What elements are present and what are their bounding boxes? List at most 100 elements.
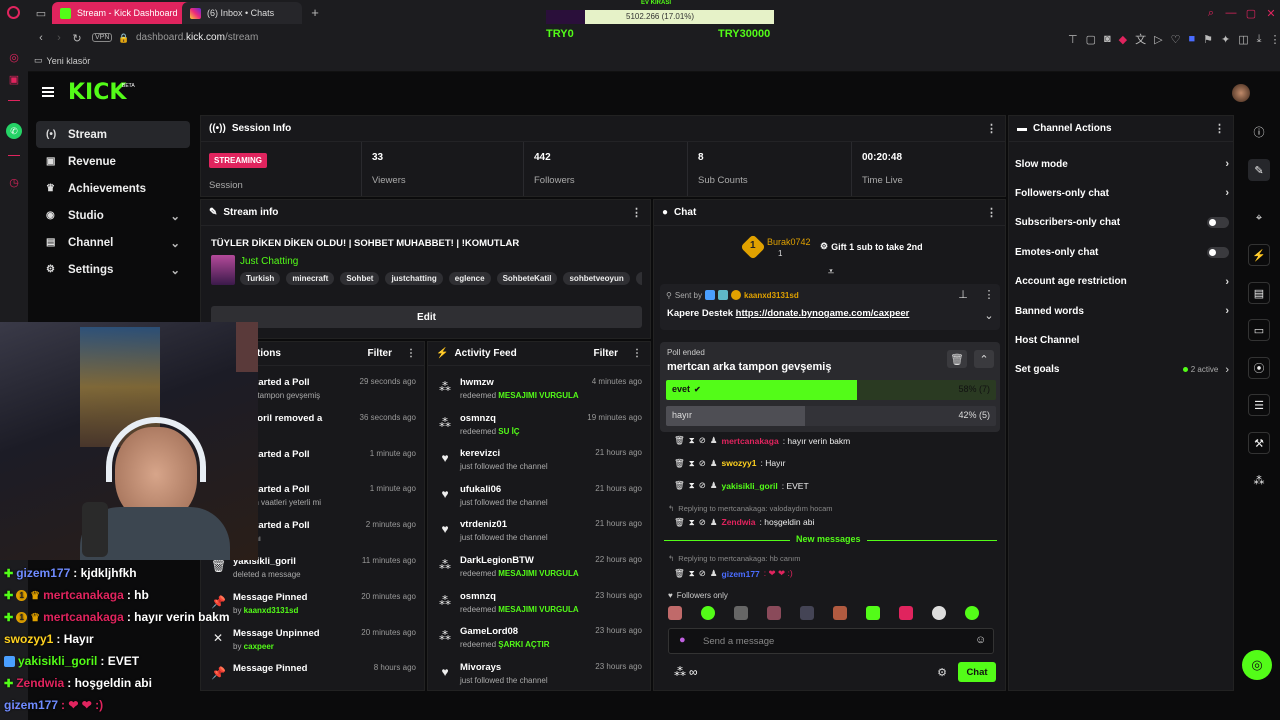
minimize-icon[interactable]: — bbox=[1224, 6, 1238, 20]
forward-icon[interactable]: › bbox=[52, 31, 66, 45]
channel-action-host-channel[interactable]: Host Channel bbox=[1015, 332, 1229, 348]
wrench-icon[interactable]: ⚒ bbox=[1248, 432, 1270, 454]
new-tab-icon[interactable]: + bbox=[308, 5, 322, 19]
filter-button[interactable]: Filter bbox=[368, 348, 392, 359]
emote-5-icon[interactable] bbox=[800, 606, 814, 620]
chat-username[interactable]: Zendwia bbox=[722, 517, 756, 527]
emote-10-icon[interactable] bbox=[965, 606, 979, 620]
top-gifter-name[interactable]: Burak0742 bbox=[767, 237, 811, 247]
kick-points-icon[interactable]: ⁂ bbox=[674, 665, 686, 679]
menu-dots-icon[interactable]: ⋮ bbox=[1270, 33, 1280, 46]
ban-icon[interactable]: ⊘ bbox=[699, 568, 706, 579]
notes-icon[interactable]: ▤ bbox=[1248, 282, 1270, 304]
activity-user[interactable]: osmnzq bbox=[460, 591, 496, 602]
screenshot-icon[interactable]: ▢ bbox=[1086, 33, 1096, 46]
chat-tool-icon[interactable]: ▭ bbox=[1248, 319, 1270, 341]
timeout-icon[interactable]: ⧗ bbox=[689, 480, 695, 491]
channel-action-subscribers-only-chat[interactable]: Subscribers-only chat bbox=[1015, 215, 1229, 231]
easy-setup-icon[interactable]: ⚑ bbox=[1203, 33, 1213, 46]
nav-item-channel[interactable]: ▤Channel⌄ bbox=[36, 229, 190, 256]
more-options-icon[interactable]: ⋮ bbox=[632, 348, 642, 359]
nav-item-revenue[interactable]: ▣Revenue bbox=[36, 148, 190, 175]
chevron-down-icon[interactable]: ⌄ bbox=[170, 263, 180, 277]
tab-instagram-inbox[interactable]: (6) Inbox • Chats bbox=[182, 2, 302, 24]
ban-icon[interactable]: ⊘ bbox=[699, 480, 706, 491]
stream-tag[interactable]: SohbeteKatil bbox=[497, 272, 558, 285]
collapse-leaderboard-icon[interactable]: ⩡ bbox=[824, 266, 838, 278]
filter-button[interactable]: Filter bbox=[594, 348, 618, 359]
vpn-badge[interactable]: VPN bbox=[92, 33, 112, 42]
tab-menu-icon[interactable]: ▭ bbox=[34, 6, 48, 20]
activity-user[interactable]: ufukali06 bbox=[460, 484, 501, 495]
more-options-icon[interactable]: ⋮ bbox=[631, 206, 642, 219]
heart-icon[interactable]: ♡ bbox=[1171, 33, 1181, 46]
download-icon[interactable]: ⤓ bbox=[1257, 33, 1262, 46]
emoji-picker-icon[interactable]: ☺ bbox=[975, 634, 986, 646]
puzzle-icon[interactable]: ✦ bbox=[1221, 33, 1230, 46]
expand-pinned-icon[interactable]: ⌄ bbox=[984, 310, 994, 320]
emote-9-icon[interactable] bbox=[932, 606, 946, 620]
chat-username[interactable]: yakisikli_goril bbox=[722, 481, 778, 491]
emote-8-icon[interactable] bbox=[899, 606, 913, 620]
stream-tag[interactable]: eglence bbox=[449, 272, 491, 285]
layout-icon[interactable]: ☰ bbox=[1248, 394, 1270, 416]
ban-icon[interactable]: ⊘ bbox=[699, 458, 706, 469]
history-icon[interactable]: ◷ bbox=[6, 175, 22, 189]
ban-icon[interactable]: ⊘ bbox=[699, 517, 706, 528]
more-options-icon[interactable]: ⋮ bbox=[986, 122, 997, 135]
play-icon[interactable]: ▷ bbox=[1154, 33, 1162, 46]
activity-user[interactable]: DarkLegionBTW bbox=[460, 555, 534, 566]
search-tabs-icon[interactable]: ⌕ bbox=[1204, 6, 1218, 20]
stream-tag[interactable]: sohbetveoyun bbox=[563, 272, 629, 285]
chat-username[interactable]: swozyy1 bbox=[722, 458, 757, 468]
more-options-icon[interactable]: ⋮ bbox=[1214, 122, 1225, 135]
delete-message-icon[interactable]: 🗑 bbox=[674, 568, 685, 579]
unpin-icon[interactable]: ⊥ bbox=[958, 289, 968, 299]
tab-kick-dashboard[interactable]: Stream - Kick Dashboard bbox=[52, 2, 202, 24]
chevron-down-icon[interactable]: ⌄ bbox=[170, 209, 180, 223]
avatar[interactable] bbox=[1232, 84, 1250, 102]
channel-action-slow-mode[interactable]: Slow mode› bbox=[1015, 156, 1229, 172]
activity-user[interactable]: hwmzw bbox=[460, 377, 494, 388]
flash-icon[interactable]: ⚡ bbox=[1248, 244, 1270, 266]
translate-icon[interactable]: 文 bbox=[1135, 31, 1146, 47]
channel-action-emotes-only-chat[interactable]: Emotes-only chat bbox=[1015, 244, 1229, 260]
timeout-icon[interactable]: ⧗ bbox=[689, 458, 695, 469]
delete-message-icon[interactable]: 🗑 bbox=[674, 435, 685, 446]
channel-action-set-goals[interactable]: Set goals2 active› bbox=[1015, 362, 1229, 378]
stream-tag[interactable]: caxp bbox=[636, 272, 642, 285]
url-field[interactable]: dashboard.kick.com/stream bbox=[136, 32, 258, 43]
mic-icon[interactable]: ● bbox=[679, 634, 686, 646]
delete-poll-icon[interactable]: 🗑 bbox=[947, 350, 967, 368]
activity-user[interactable]: kerevizci bbox=[460, 448, 500, 459]
emote-3-icon[interactable] bbox=[734, 606, 748, 620]
channel-action-followers-only-chat[interactable]: Followers-only chat› bbox=[1015, 185, 1229, 201]
category-name[interactable]: Just Chatting bbox=[240, 256, 298, 267]
more-options-icon[interactable]: ⋮ bbox=[986, 206, 997, 219]
emote-7-icon[interactable] bbox=[866, 606, 880, 620]
timeout-icon[interactable]: ⧗ bbox=[689, 568, 695, 579]
hamburger-icon[interactable] bbox=[42, 87, 54, 97]
pinned-link[interactable]: https://donate.bynogame.com/caxpeer bbox=[736, 308, 910, 319]
toggle-switch[interactable] bbox=[1207, 247, 1229, 258]
stream-tag[interactable]: justchatting bbox=[385, 272, 442, 285]
snapshot-icon[interactable]: ◫ bbox=[1238, 33, 1248, 46]
camera-icon[interactable]: ◙ bbox=[1104, 33, 1111, 45]
activity-user[interactable]: Mivorays bbox=[460, 662, 501, 673]
delete-message-icon[interactable]: 🗑 bbox=[674, 480, 685, 491]
stream-tag[interactable]: Turkish bbox=[240, 272, 280, 285]
back-icon[interactable]: ‹ bbox=[34, 31, 48, 45]
pin-icon[interactable]: ⊤ bbox=[1068, 33, 1078, 46]
activity-user[interactable]: osmnzq bbox=[460, 413, 496, 424]
aria-icon[interactable]: ◎ bbox=[6, 50, 22, 64]
chat-input[interactable]: ● Send a message ☺ bbox=[668, 628, 994, 654]
emote-4-icon[interactable] bbox=[767, 606, 781, 620]
reload-icon[interactable]: ↻ bbox=[70, 31, 84, 45]
nav-item-achievements[interactable]: ♛Achievements bbox=[36, 175, 190, 202]
channel-action-banned-words[interactable]: Banned words› bbox=[1015, 303, 1229, 319]
delete-message-icon[interactable]: 🗑 bbox=[674, 517, 685, 528]
nav-item-stream[interactable]: (•)Stream bbox=[36, 121, 190, 148]
timeout-icon[interactable]: ⧗ bbox=[689, 517, 695, 528]
stream-tag[interactable]: Sohbet bbox=[340, 272, 379, 285]
maximize-icon[interactable]: ▢ bbox=[1244, 6, 1258, 20]
